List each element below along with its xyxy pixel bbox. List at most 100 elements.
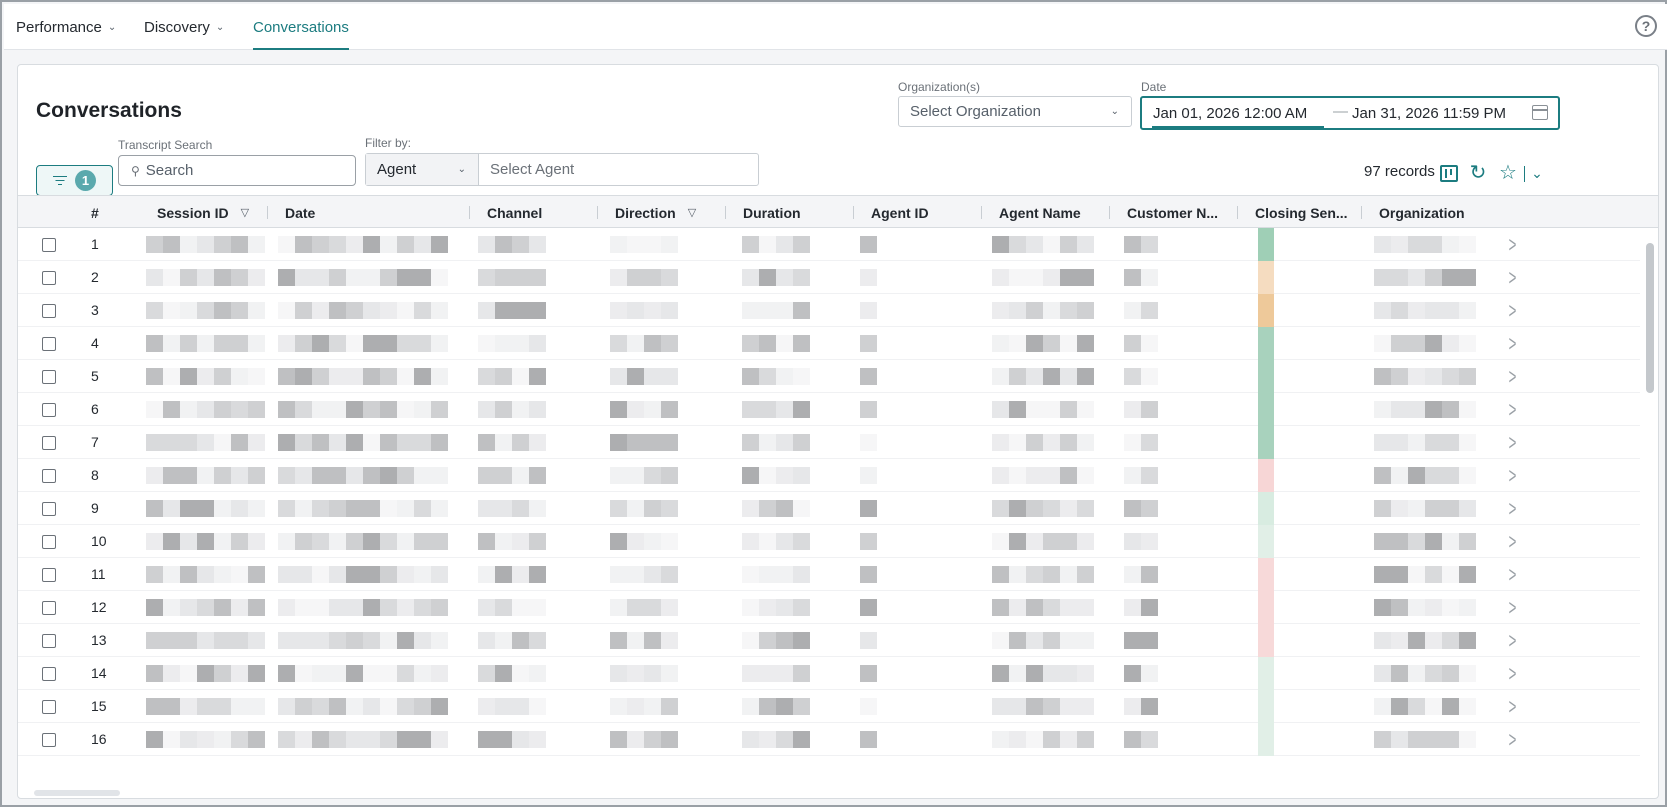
col-channel[interactable]: Channel (487, 196, 542, 229)
redacted-cell (231, 269, 248, 286)
redacted-cell (661, 632, 678, 649)
redacted-cell (1141, 698, 1158, 715)
row-expand-icon[interactable]: > (1509, 562, 1517, 588)
row-checkbox[interactable] (42, 568, 56, 582)
date-start[interactable]: Jan 01, 2026 12:00 AM (1153, 105, 1307, 122)
nav-performance[interactable]: Performance ⌄ (16, 4, 116, 50)
date-end[interactable]: Jan 31, 2026 11:59 PM (1352, 105, 1506, 122)
table-row[interactable]: 7 > (18, 426, 1640, 459)
nav-discovery[interactable]: Discovery ⌄ (144, 4, 224, 50)
row-number: 15 (91, 698, 107, 714)
col-duration[interactable]: Duration (743, 196, 801, 229)
row-checkbox[interactable] (42, 436, 56, 450)
row-checkbox[interactable] (42, 469, 56, 483)
agent-select[interactable]: Select Agent (479, 154, 758, 185)
row-checkbox[interactable] (42, 700, 56, 714)
row-checkbox[interactable] (42, 271, 56, 285)
table-row[interactable]: 4 > (18, 327, 1640, 360)
filter-icon[interactable]: ▽ (241, 206, 249, 219)
row-checkbox[interactable] (42, 601, 56, 615)
row-expand-icon[interactable]: > (1509, 298, 1517, 324)
row-expand-icon[interactable]: > (1509, 397, 1517, 423)
row-checkbox[interactable] (42, 337, 56, 351)
row-checkbox[interactable] (42, 733, 56, 747)
table-row[interactable]: 8 > (18, 459, 1640, 492)
table-row[interactable]: 9 > (18, 492, 1640, 525)
row-checkbox[interactable] (42, 535, 56, 549)
col-date[interactable]: Date (285, 196, 315, 229)
redacted-cell (1442, 566, 1459, 583)
filter-button[interactable]: 1 (36, 165, 113, 196)
table-row[interactable]: 16 > (18, 723, 1640, 756)
transcript-search-input[interactable]: ⚲ Search (118, 155, 356, 186)
table-row[interactable]: 2 > (18, 261, 1640, 294)
calendar-icon[interactable] (1532, 105, 1548, 120)
row-expand-icon[interactable]: > (1509, 232, 1517, 258)
row-expand-icon[interactable]: > (1509, 529, 1517, 555)
redacted-cell (278, 269, 295, 286)
row-checkbox[interactable] (42, 304, 56, 318)
row-checkbox[interactable] (42, 238, 56, 252)
redacted-cell (759, 500, 776, 517)
redacted-cell (992, 599, 1009, 616)
col-organization[interactable]: Organization (1379, 196, 1465, 229)
col-session-id[interactable]: Session ID ▽ (157, 196, 249, 229)
table-row[interactable]: 3 > (18, 294, 1640, 327)
col-agent-name[interactable]: Agent Name (999, 196, 1081, 229)
row-expand-icon[interactable]: > (1509, 463, 1517, 489)
row-checkbox[interactable] (42, 370, 56, 384)
row-checkbox[interactable] (42, 667, 56, 681)
row-checkbox[interactable] (42, 502, 56, 516)
row-expand-icon[interactable]: > (1509, 430, 1517, 456)
filter-icon[interactable]: ▽ (688, 206, 696, 219)
board-icon[interactable] (1438, 162, 1460, 184)
redacted-cell (380, 533, 397, 550)
redacted-cell (661, 335, 678, 352)
help-icon[interactable]: ? (1635, 15, 1657, 37)
redacted-cell (495, 500, 512, 517)
redacted-cell (197, 467, 214, 484)
nav-conversations[interactable]: Conversations (253, 4, 349, 50)
table-row[interactable]: 10 > (18, 525, 1640, 558)
col-closing-sentiment[interactable]: Closing Sen... (1255, 196, 1348, 229)
col-customer-name[interactable]: Customer N... (1127, 196, 1218, 229)
row-checkbox[interactable] (42, 634, 56, 648)
col-direction[interactable]: Direction ▽ (615, 196, 696, 229)
row-checkbox[interactable] (42, 403, 56, 417)
row-expand-icon[interactable]: > (1509, 595, 1517, 621)
table-row[interactable]: 12 > (18, 591, 1640, 624)
col-agent-id[interactable]: Agent ID (871, 196, 929, 229)
table-row[interactable]: 15 > (18, 690, 1640, 723)
redacted-cell (278, 335, 295, 352)
table-row[interactable]: 11 > (18, 558, 1640, 591)
row-expand-icon[interactable]: > (1509, 364, 1517, 390)
row-expand-icon[interactable]: > (1509, 265, 1517, 291)
row-expand-icon[interactable]: > (1509, 628, 1517, 654)
refresh-icon[interactable]: ↻ (1467, 162, 1489, 184)
row-expand-icon[interactable]: > (1509, 727, 1517, 753)
row-expand-icon[interactable]: > (1509, 496, 1517, 522)
row-expand-icon[interactable]: > (1509, 331, 1517, 357)
table-row[interactable]: 6 > (18, 393, 1640, 426)
redacted-cell (163, 599, 180, 616)
redacted-cell (312, 500, 329, 517)
horizontal-scrollbar[interactable] (20, 788, 138, 798)
filter-by-select[interactable]: Agent ⌄ (366, 154, 479, 185)
redacted-cell (295, 236, 312, 253)
redacted-cell (1026, 236, 1043, 253)
redacted-cell (627, 566, 644, 583)
table-row[interactable]: 14 > (18, 657, 1640, 690)
table-row[interactable]: 1 > (18, 228, 1640, 261)
date-range-picker[interactable]: Jan 01, 2026 12:00 AM — Jan 31, 2026 11:… (1140, 96, 1560, 130)
table-row[interactable]: 13 > (18, 624, 1640, 657)
redacted-cell (295, 335, 312, 352)
chevron-down-icon[interactable]: ⌄ (1526, 162, 1548, 184)
row-expand-icon[interactable]: > (1509, 661, 1517, 687)
table-row[interactable]: 5 > (18, 360, 1640, 393)
vertical-scrollbar[interactable] (1645, 228, 1655, 788)
row-expand-icon[interactable]: > (1509, 694, 1517, 720)
redacted-cell (380, 500, 397, 517)
redacted-cell (1442, 500, 1459, 517)
organization-select[interactable]: Select Organization ⌄ (898, 96, 1132, 127)
star-icon[interactable]: ☆ (1497, 162, 1519, 184)
